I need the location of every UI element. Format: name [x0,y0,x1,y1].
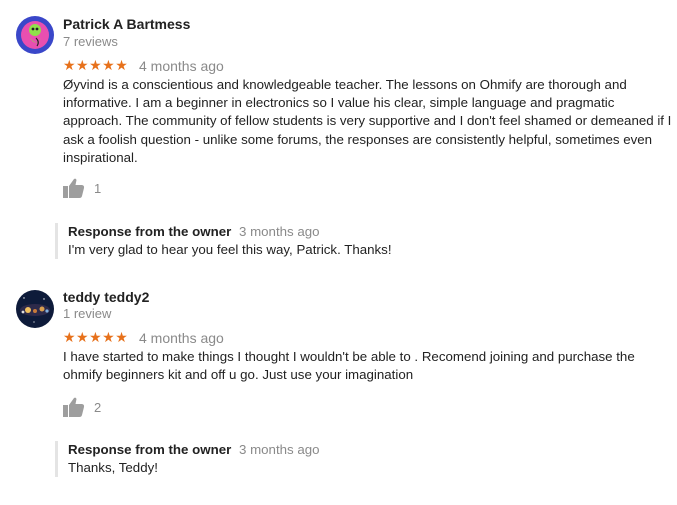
star-rating: ★★★★★ [63,57,129,73]
response-date: 3 months ago [239,442,320,457]
reviewer-name[interactable]: teddy teddy2 [63,289,149,305]
avatar[interactable] [16,290,54,328]
response-date: 3 months ago [239,224,320,239]
response-text: I'm very glad to hear you feel this way,… [68,242,392,257]
review-date: 4 months ago [139,58,224,74]
review-count: 1 review [63,306,112,321]
thumbs-up-icon [63,397,85,417]
like-count: 1 [94,180,102,196]
response-label: Response from the owner [68,442,232,457]
thumbs-up-icon [63,178,85,198]
review-date: 4 months ago [139,330,224,346]
reviewer-name[interactable]: Patrick A Bartmess [63,16,190,32]
review-count: 7 reviews [63,34,118,49]
like-button[interactable]: 2 [63,397,101,417]
owner-response: Response from the owner 3 months ago I'm… [55,223,628,259]
review-text: Øyvind is a conscientious and knowledgea… [63,77,672,165]
star-rating: ★★★★★ [63,329,129,345]
avatar[interactable] [16,16,54,54]
like-button[interactable]: 1 [63,178,101,198]
owner-response: Response from the owner 3 months ago Tha… [55,441,628,477]
review-text: I have started to make things I thought … [63,349,635,383]
response-label: Response from the owner [68,224,232,239]
response-text: Thanks, Teddy! [68,460,158,475]
like-count: 2 [94,399,102,415]
